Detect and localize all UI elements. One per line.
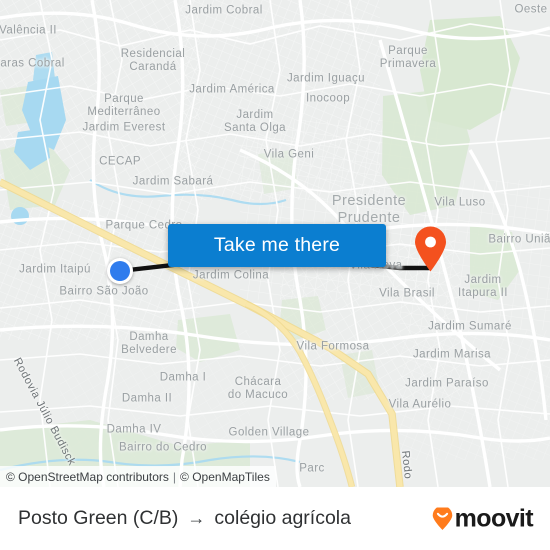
route-origin-label: Posto Green (C/B): [18, 507, 179, 529]
route-destination-label: colégio agrícola: [214, 507, 351, 529]
attribution-osm-link[interactable]: © OpenStreetMap contributors: [6, 470, 169, 484]
map-attribution: © OpenStreetMap contributors | © OpenMap…: [0, 466, 276, 487]
destination-pin-marker[interactable]: [414, 226, 447, 272]
route-summary-bar: Posto Green (C/B) → colégio agrícola moo…: [0, 487, 550, 550]
origin-dot-inner: [110, 261, 130, 281]
moovit-logo[interactable]: moovit: [431, 504, 534, 533]
moovit-wordmark: moovit: [454, 504, 534, 532]
attribution-tiles-link[interactable]: © OpenMapTiles: [180, 470, 270, 484]
origin-dot-marker[interactable]: [107, 258, 133, 284]
arrow-right-icon: →: [187, 508, 206, 528]
take-me-there-label: Take me there: [213, 234, 341, 256]
route-summary: Posto Green (C/B) → colégio agrícola: [18, 507, 351, 530]
map-canvas[interactable]: Jardim Cobral Oeste Valência II Residencial…: [0, 0, 550, 487]
map-pin-icon: [415, 226, 446, 272]
moovit-pin-icon: [432, 507, 452, 530]
moovit-route-preview: Jardim Cobral Oeste Valência II Residencial…: [0, 0, 550, 550]
take-me-there-button[interactable]: Take me there: [168, 224, 386, 267]
attribution-separator: |: [172, 469, 177, 484]
